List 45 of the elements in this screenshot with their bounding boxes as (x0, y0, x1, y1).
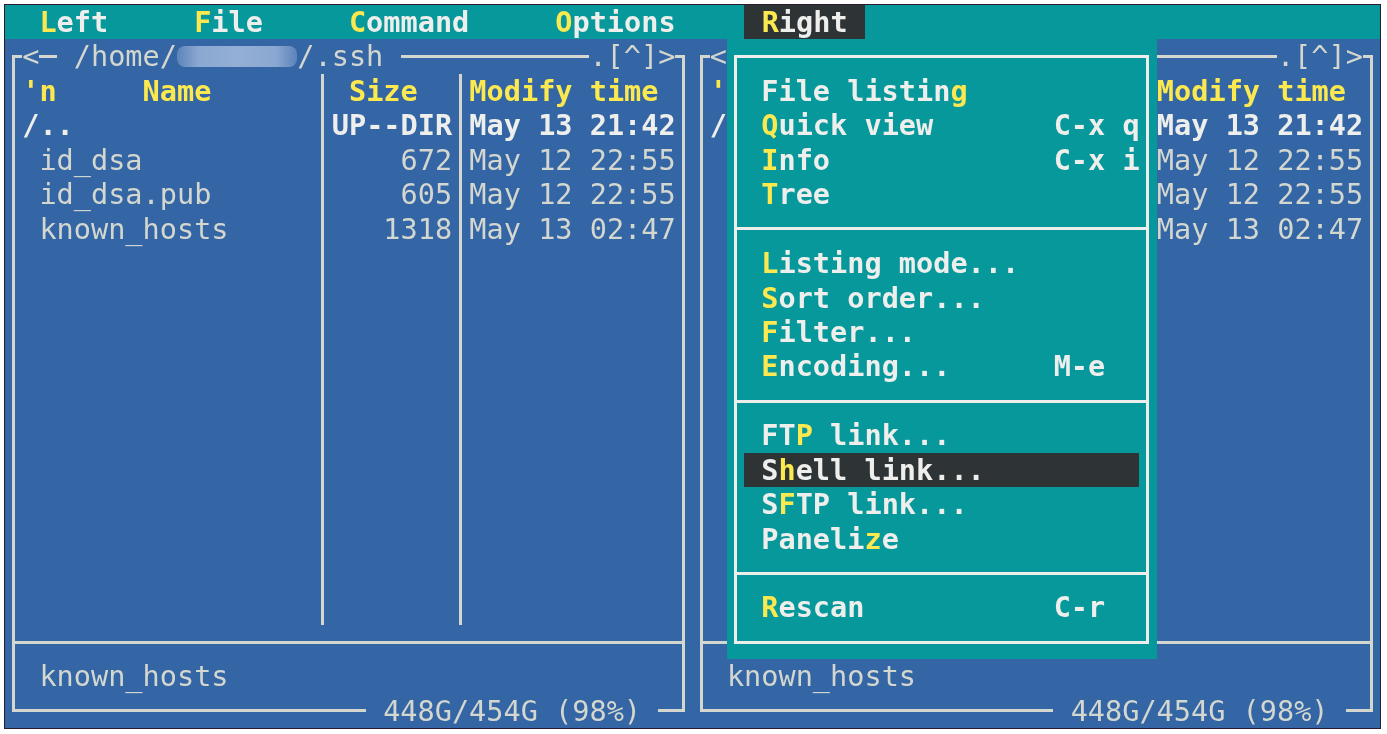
menu-item[interactable]: Quick view C-x q (744, 108, 1140, 143)
menu-item[interactable]: Encoding... M-e (744, 349, 1140, 384)
column-header: Size (348, 73, 418, 109)
file-name[interactable]: id_dsa (39, 142, 143, 178)
modify-time: May 12 22:55 (1156, 177, 1364, 212)
column-header: Modify time (1156, 73, 1346, 109)
menu-item[interactable]: Rescan C-r (744, 590, 1140, 625)
file-name[interactable]: /.. (22, 108, 74, 143)
modify-time: May 13 21:42 (469, 108, 676, 143)
file-size: 672 (400, 142, 453, 178)
menu-bar-item[interactable]: Command (331, 5, 487, 40)
menu-bar-item[interactable]: Options (538, 5, 693, 40)
file-name[interactable]: known_hosts (39, 211, 229, 247)
column-header: 'n (22, 73, 57, 109)
menu-item[interactable]: File listing (744, 73, 1140, 109)
column-header: Modify time (469, 73, 659, 109)
modify-time: May 13 02:47 (1156, 211, 1364, 247)
selected-file-name: known_hosts (39, 659, 229, 694)
column-header: Name (142, 73, 212, 109)
menu-item[interactable]: Info C-x i (744, 142, 1140, 178)
modify-time: May 12 22:55 (469, 142, 676, 178)
column-header: ' (709, 73, 727, 109)
menu-item[interactable]: Sort order... (744, 280, 1140, 315)
modify-time: May 12 22:55 (1156, 142, 1364, 178)
file-size: 1318 (383, 211, 453, 247)
menu-item[interactable]: Tree (744, 177, 1140, 212)
menu-item[interactable]: FTP link... (744, 418, 1140, 453)
menu-bar-item[interactable]: File (176, 5, 281, 40)
menu-item[interactable]: SFTP link... (744, 487, 1140, 522)
modify-time: May 13 02:47 (469, 211, 676, 247)
directory-path: /home/ (73, 39, 177, 74)
modify-time: May 12 22:55 (469, 177, 676, 212)
menu-item[interactable]: Filter... (744, 314, 1140, 350)
menu-bar-item[interactable]: Left (22, 5, 126, 40)
menu-item[interactable]: Panelize (744, 521, 1140, 556)
file-name[interactable]: id_dsa.pub (39, 177, 212, 212)
file-size: UP--DIR (331, 108, 453, 143)
modify-time: May 13 21:42 (1156, 108, 1364, 143)
file-name[interactable]: / (709, 108, 727, 143)
selected-file-name: known_hosts (726, 659, 917, 694)
menu-item[interactable]: Listing mode... (744, 246, 1140, 281)
directory-path: /.ssh (297, 39, 384, 74)
menu-bar-item[interactable]: Right (744, 5, 865, 40)
menu-item[interactable]: Shell link... (744, 452, 1140, 488)
file-size: 605 (400, 177, 453, 212)
